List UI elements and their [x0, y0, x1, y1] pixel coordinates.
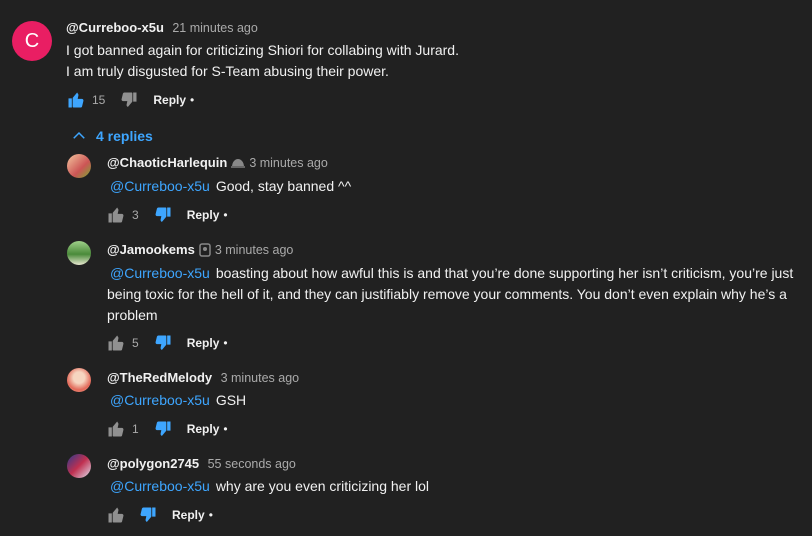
replies-count: 4 replies	[96, 128, 153, 144]
avatar[interactable]	[67, 154, 91, 178]
avatar[interactable]	[67, 368, 91, 392]
reply-button[interactable]: Reply	[187, 422, 220, 436]
reply-body: why are you even criticizing her lol	[215, 478, 430, 494]
timestamp[interactable]: 21 minutes ago	[172, 21, 257, 35]
reply-actions: Reply •	[106, 505, 213, 525]
timestamp[interactable]: 3 minutes ago	[221, 371, 300, 385]
timestamp[interactable]: 3 minutes ago	[215, 243, 294, 257]
thumb-up-icon[interactable]	[106, 419, 126, 439]
thumb-down-filled-icon[interactable]	[153, 419, 173, 439]
replies-toggle[interactable]: 4 replies	[70, 127, 153, 145]
like-count: 1	[132, 422, 139, 436]
reply-actions: 3 Reply •	[106, 205, 228, 225]
comment-text: I got banned again for criticizing Shior…	[66, 40, 459, 82]
reply-button[interactable]: Reply	[187, 336, 220, 350]
reply-body: being toxic for the hell of it, and they…	[107, 286, 787, 302]
username[interactable]: @TheRedMelody	[107, 370, 212, 385]
timestamp[interactable]: 3 minutes ago	[249, 156, 328, 170]
reply-button[interactable]: Reply	[153, 93, 186, 107]
comment-text-line: I got banned again for criticizing Shior…	[66, 42, 459, 58]
avatar-letter: C	[24, 29, 40, 52]
reply-body: boasting about how awful this is and tha…	[215, 265, 794, 281]
comment-actions: 15 Reply •	[66, 90, 194, 110]
reply-actions: 1 Reply •	[106, 419, 228, 439]
mention-link[interactable]: @Curreboo-x5u	[110, 178, 210, 194]
dot-separator: •	[190, 93, 195, 107]
mention-link[interactable]: @Curreboo-x5u	[110, 478, 210, 494]
avatar[interactable]	[67, 454, 91, 478]
reply-actions: 5 Reply •	[106, 333, 228, 353]
helmet-badge-icon	[231, 157, 246, 169]
like-count: 3	[132, 208, 139, 222]
thumb-down-filled-icon[interactable]	[153, 333, 173, 353]
mention-link[interactable]: @Curreboo-x5u	[110, 392, 210, 408]
thumb-down-icon[interactable]	[119, 90, 139, 110]
username[interactable]: @polygon2745	[107, 456, 199, 471]
reply-text: @Curreboo-x5u why are you even criticizin…	[110, 476, 429, 497]
username[interactable]: @Curreboo-x5u	[66, 20, 164, 35]
username[interactable]: @Jamookems	[107, 242, 195, 257]
dot-separator: •	[223, 336, 228, 350]
username[interactable]: @ChaoticHarlequin	[107, 155, 227, 170]
reply-body: GSH	[215, 392, 247, 408]
reply-body: problem	[107, 307, 158, 323]
dot-separator: •	[223, 208, 228, 222]
reply-text: @Curreboo-x5u boasting about how awful th…	[107, 263, 807, 326]
like-count: 15	[92, 93, 106, 107]
thumb-down-filled-icon[interactable]	[153, 205, 173, 225]
reply-header: @ChaoticHarlequin 3 minutes ago	[107, 155, 328, 170]
comment-header: @Curreboo-x5u 21 minutes ago	[66, 19, 258, 37]
membership-badge-icon	[199, 242, 211, 257]
mention-link[interactable]: @Curreboo-x5u	[110, 265, 210, 281]
avatar[interactable]: C	[12, 21, 52, 61]
avatar[interactable]	[67, 241, 91, 265]
dot-separator: •	[208, 508, 213, 522]
reply-body: Good, stay banned ^^	[215, 178, 352, 194]
thumb-down-filled-icon[interactable]	[138, 505, 158, 525]
thumb-up-filled-icon[interactable]	[66, 90, 86, 110]
reply-button[interactable]: Reply	[172, 508, 205, 522]
thumb-up-icon[interactable]	[106, 505, 126, 525]
reply-header: @TheRedMelody 3 minutes ago	[107, 369, 299, 387]
chevron-up-icon	[70, 127, 88, 145]
comment-text-line: I am truly disgusted for S-Team abusing …	[66, 63, 389, 79]
thumb-up-icon[interactable]	[106, 205, 126, 225]
thumb-up-icon[interactable]	[106, 333, 126, 353]
reply-button[interactable]: Reply	[187, 208, 220, 222]
reply-text: @Curreboo-x5u Good, stay banned ^^	[110, 176, 351, 197]
like-count: 5	[132, 336, 139, 350]
reply-text: @Curreboo-x5u GSH	[110, 390, 246, 411]
reply-header: @polygon2745 55 seconds ago	[107, 455, 296, 473]
dot-separator: •	[223, 422, 228, 436]
timestamp[interactable]: 55 seconds ago	[208, 457, 296, 471]
reply-header: @Jamookems 3 minutes ago	[107, 242, 293, 257]
